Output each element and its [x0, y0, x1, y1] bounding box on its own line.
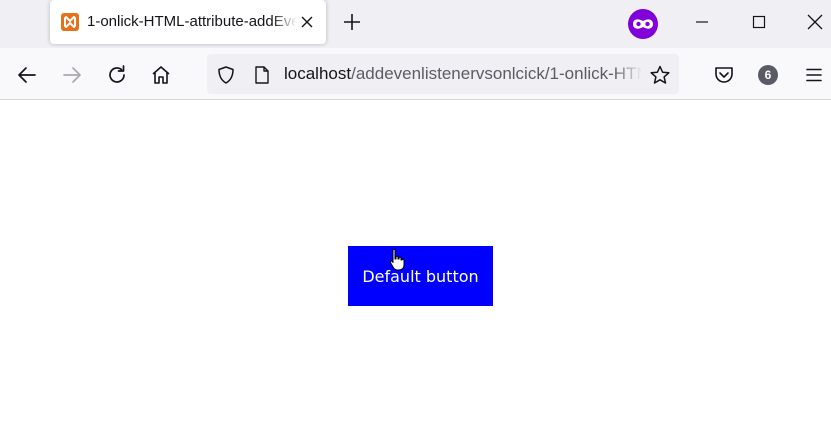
menu-icon[interactable]	[803, 64, 827, 88]
page-content: Default button	[0, 101, 831, 425]
maximize-icon[interactable]	[749, 12, 769, 32]
xampp-favicon-icon	[61, 13, 79, 31]
url-host: localhost	[284, 64, 352, 83]
url-path: /addevenlistenervsonlcick/1-onlick-HTML-…	[351, 64, 642, 83]
plus-icon[interactable]	[342, 12, 362, 32]
tab-title: 1-onlick-HTML-attribute-addEventListener	[87, 13, 297, 30]
navigation-toolbar: localhost/addevenlistenervsonlcick/1-onl…	[0, 48, 831, 100]
url-text[interactable]: localhost/addevenlistenervsonlcick/1-onl…	[284, 64, 642, 86]
close-window-icon[interactable]	[805, 12, 825, 32]
extensions-badge[interactable]: 6	[758, 65, 778, 85]
close-icon[interactable]	[298, 13, 316, 31]
minimize-icon[interactable]	[692, 12, 712, 32]
forward-arrow-icon[interactable]	[60, 63, 84, 87]
back-arrow-icon[interactable]	[15, 63, 39, 87]
home-icon[interactable]	[149, 63, 173, 87]
shield-icon[interactable]	[216, 65, 236, 85]
reload-icon[interactable]	[105, 63, 129, 87]
title-bar: 1-onlick-HTML-attribute-addEventListener	[0, 0, 831, 48]
browser-tab[interactable]: 1-onlick-HTML-attribute-addEventListener	[50, 0, 326, 44]
pocket-icon[interactable]	[713, 64, 737, 88]
address-bar[interactable]: localhost/addevenlistenervsonlcick/1-onl…	[207, 54, 679, 94]
page-icon[interactable]	[253, 65, 271, 85]
private-browsing-icon	[628, 9, 658, 39]
default-button[interactable]: Default button	[348, 246, 493, 306]
star-icon[interactable]	[649, 64, 671, 86]
